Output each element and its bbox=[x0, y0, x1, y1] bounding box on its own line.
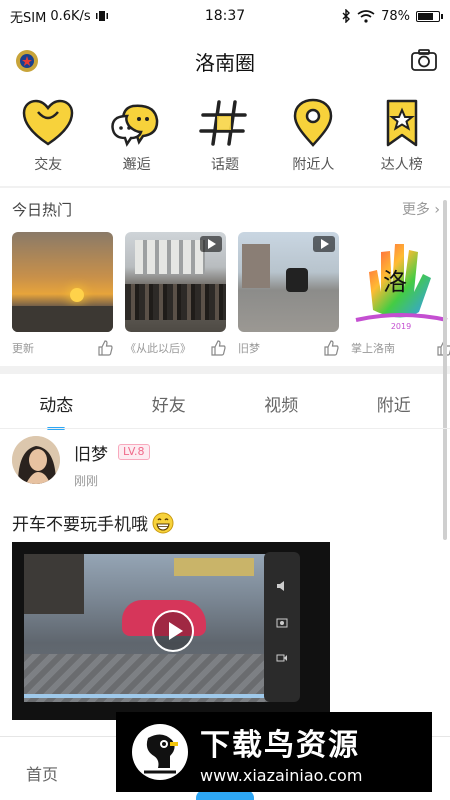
vibrate-icon bbox=[95, 11, 108, 21]
thumbs-up-icon[interactable] bbox=[97, 340, 113, 356]
tab-moments[interactable]: 动态 bbox=[11, 391, 101, 430]
hot-caption: 《从此以后》 bbox=[125, 342, 191, 355]
hot-caption: 更新 bbox=[12, 342, 34, 355]
feed-tabs: 动态 好友 视频 附近 bbox=[0, 378, 450, 430]
category-label: 附近人 bbox=[292, 157, 335, 173]
level-badge: LV.8 bbox=[118, 444, 150, 460]
video-side-controls bbox=[264, 552, 300, 702]
battery-percent: 78% bbox=[381, 8, 410, 24]
nav-home[interactable]: 首页 bbox=[26, 761, 58, 785]
brand-logo-year: 2019 bbox=[391, 322, 411, 331]
watermark-url: www.xiazainiao.com bbox=[200, 765, 363, 785]
thumbs-up-icon[interactable] bbox=[210, 340, 226, 356]
heart-icon bbox=[22, 99, 74, 146]
hot-caption: 掌上洛南 bbox=[351, 342, 395, 355]
brand-logo-char: 洛 bbox=[383, 268, 407, 296]
camera-icon[interactable] bbox=[410, 48, 438, 72]
category-make-friends[interactable]: 交友 bbox=[8, 98, 88, 180]
hot-section-header: 今日热门 更多 › bbox=[12, 198, 440, 220]
video-play-icon bbox=[313, 236, 335, 252]
volume-icon bbox=[277, 581, 284, 591]
hot-section-title: 今日热门 bbox=[12, 200, 73, 219]
category-label: 达人榜 bbox=[380, 157, 423, 173]
page-title: 洛南圈 bbox=[195, 50, 255, 75]
hot-carousel[interactable]: 更新 《从此以后》 旧梦 洛 2019 掌上洛南 bbox=[12, 232, 450, 362]
avatar[interactable] bbox=[12, 436, 60, 484]
bird-logo-icon bbox=[132, 724, 188, 780]
category-label: 交友 bbox=[34, 157, 63, 173]
sunset-thumbnail[interactable] bbox=[12, 232, 113, 332]
post-header: 旧梦 LV.8 刚刚 bbox=[12, 436, 412, 496]
location-pin-icon bbox=[294, 98, 333, 147]
hot-item[interactable]: 旧梦 bbox=[238, 232, 339, 362]
post-text: 开车不要玩手机哦 bbox=[12, 515, 148, 535]
wifi-icon bbox=[357, 9, 375, 23]
crowd-thumbnail[interactable] bbox=[125, 232, 226, 332]
category-label: 邂逅 bbox=[122, 157, 151, 173]
battery-icon bbox=[416, 10, 443, 22]
hashtag-icon bbox=[199, 100, 247, 146]
network-speed: 0.6K/s bbox=[50, 8, 91, 24]
post-content: 开车不要玩手机哦 bbox=[12, 510, 174, 535]
tab-nearby[interactable]: 附近 bbox=[349, 391, 439, 416]
category-leaderboard[interactable]: 达人榜 bbox=[362, 98, 442, 180]
street-thumbnail[interactable] bbox=[238, 232, 339, 332]
clock: 18:37 bbox=[204, 8, 246, 24]
tab-videos[interactable]: 视频 bbox=[236, 391, 326, 416]
hot-item[interactable]: 洛 2019 掌上洛南 bbox=[351, 232, 450, 362]
tab-friends[interactable]: 好友 bbox=[124, 391, 214, 416]
more-link[interactable]: 更多 › bbox=[402, 199, 440, 219]
tabs-divider bbox=[0, 428, 450, 429]
watermark-title: 下载鸟资源 bbox=[200, 727, 360, 763]
app-header: 洛南圈 bbox=[0, 38, 450, 84]
police-badge-icon[interactable] bbox=[14, 48, 40, 74]
brand-thumbnail[interactable]: 洛 2019 bbox=[351, 232, 450, 332]
star-ribbon-icon bbox=[386, 99, 417, 147]
grin-emoji-icon bbox=[152, 512, 174, 533]
carrier-text: 无SIM bbox=[10, 10, 47, 26]
video-play-icon bbox=[200, 236, 222, 252]
scrollbar[interactable] bbox=[443, 200, 447, 540]
category-label: 话题 bbox=[210, 157, 239, 173]
category-bar: 交友 邂逅 话题 附近人 达人榜 bbox=[0, 98, 450, 180]
hot-item[interactable]: 更新 bbox=[12, 232, 113, 362]
chat-bubbles-icon bbox=[110, 104, 158, 147]
screenshot-icon bbox=[276, 618, 288, 628]
thumbs-up-icon[interactable] bbox=[323, 340, 339, 356]
status-bar: 无SIM 0.6K/s 18:37 78% bbox=[0, 0, 450, 32]
section-divider bbox=[0, 366, 450, 374]
colorful-hand-logo: 洛 2019 bbox=[355, 244, 448, 331]
bluetooth-icon bbox=[342, 9, 351, 23]
post-time: 刚刚 bbox=[74, 474, 99, 488]
post-username[interactable]: 旧梦 bbox=[74, 440, 108, 465]
category-encounter[interactable]: 邂逅 bbox=[97, 98, 177, 180]
category-topics[interactable]: 话题 bbox=[185, 98, 265, 180]
record-icon bbox=[276, 654, 287, 662]
hot-item[interactable]: 《从此以后》 bbox=[125, 232, 226, 362]
user-avatar-image bbox=[12, 436, 60, 484]
play-button-icon[interactable] bbox=[152, 610, 194, 652]
hot-caption: 旧梦 bbox=[238, 342, 260, 355]
watermark-banner: 下载鸟资源 www.xiazainiao.com bbox=[116, 712, 432, 792]
post-video[interactable] bbox=[12, 542, 330, 720]
section-divider bbox=[0, 186, 450, 188]
category-nearby[interactable]: 附近人 bbox=[273, 98, 353, 180]
